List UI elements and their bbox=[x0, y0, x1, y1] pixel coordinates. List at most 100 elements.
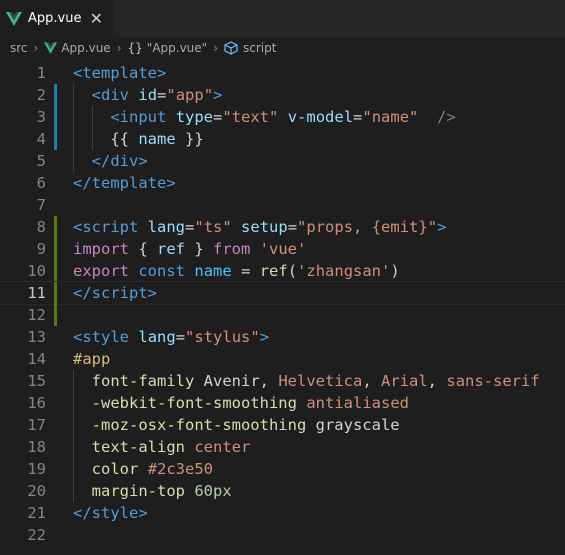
added-line-marker[interactable] bbox=[54, 216, 57, 238]
code-token: < bbox=[91, 86, 102, 104]
code-text: </script> bbox=[73, 282, 157, 304]
code-token: input bbox=[119, 108, 167, 126]
line-number: 1 bbox=[36, 64, 46, 82]
code-line[interactable]: 3 <input type="text" v-model="name" /> bbox=[0, 106, 565, 128]
code-token: = bbox=[175, 328, 186, 346]
code-text: <style lang="stylus"> bbox=[73, 326, 269, 348]
tab-app-vue[interactable]: App.vue ✕ bbox=[0, 0, 113, 37]
code-token: template bbox=[91, 174, 167, 192]
code-token: ( bbox=[287, 262, 298, 280]
breadcrumb-src[interactable]: src bbox=[10, 41, 28, 55]
code-token: /> bbox=[437, 108, 456, 126]
code-token: from bbox=[213, 240, 251, 258]
code-token: "name" bbox=[362, 108, 419, 126]
code-line[interactable]: 21 </style> bbox=[0, 502, 565, 524]
code-token: v-model bbox=[287, 108, 354, 126]
code-line[interactable]: 14 #app bbox=[0, 348, 565, 370]
modified-line-marker[interactable] bbox=[54, 84, 57, 106]
code-token: font-family bbox=[91, 372, 195, 390]
added-line-marker[interactable] bbox=[54, 260, 57, 282]
line-number: 5 bbox=[36, 152, 46, 170]
code-line[interactable]: 11 </script> bbox=[0, 281, 565, 305]
code-line[interactable]: 8 <script lang="ts" setup="props, {emit}"… bbox=[0, 216, 565, 238]
code-line[interactable]: 7 bbox=[0, 194, 565, 216]
code-token: "stylus" bbox=[185, 328, 260, 346]
code-line[interactable]: 1 <template> bbox=[0, 62, 565, 84]
code-token: div bbox=[101, 86, 130, 104]
code-token: > bbox=[166, 174, 176, 192]
line-number: 12 bbox=[27, 306, 46, 324]
code-token: lang bbox=[147, 218, 186, 236]
added-line-marker[interactable] bbox=[54, 304, 57, 326]
code-token: export bbox=[73, 262, 129, 280]
code-token: {{ bbox=[110, 130, 139, 148]
code-token: setup bbox=[241, 218, 288, 236]
code-editor[interactable]: 1 <template> 2 <div id="app"> 3 <input type… bbox=[0, 62, 565, 546]
chevron-right-icon: › bbox=[116, 41, 122, 55]
code-line[interactable]: 16 -webkit-font-smoothing antialiased bbox=[0, 392, 565, 414]
code-line[interactable]: 6 </template> bbox=[0, 172, 565, 194]
code-token: type bbox=[175, 108, 214, 126]
line-number: 18 bbox=[27, 438, 46, 456]
code-token: </ bbox=[73, 284, 92, 302]
code-line[interactable]: 20 margin-top 60px bbox=[0, 480, 565, 502]
code-line[interactable]: 13 <style lang="stylus"> bbox=[0, 326, 565, 348]
code-line[interactable]: 18 text-align center bbox=[0, 436, 565, 458]
code-token: name bbox=[138, 130, 176, 148]
code-token: sans-serif bbox=[446, 372, 540, 390]
code-token: script bbox=[82, 218, 139, 236]
code-line[interactable]: 19 color #2c3e50 bbox=[0, 458, 565, 480]
breadcrumb-symbol[interactable]: "App.vue" bbox=[147, 41, 207, 55]
code-token: = bbox=[157, 86, 167, 104]
code-token: "text" bbox=[222, 108, 279, 126]
code-token: = bbox=[231, 262, 260, 280]
chevron-right-icon: › bbox=[33, 41, 39, 55]
code-token: #app bbox=[73, 350, 111, 368]
code-line[interactable]: 22 bbox=[0, 524, 565, 546]
code-text: </div> bbox=[73, 150, 148, 172]
code-line[interactable]: 17 -moz-osx-font-smoothing grayscale bbox=[0, 414, 565, 436]
code-token: < bbox=[73, 328, 83, 346]
close-icon[interactable]: ✕ bbox=[90, 9, 103, 28]
added-line-marker[interactable] bbox=[54, 238, 57, 260]
code-token: > bbox=[138, 152, 148, 170]
code-token: </ bbox=[73, 504, 92, 522]
code-line[interactable]: 4 {{ name }} bbox=[0, 128, 565, 150]
code-token: > bbox=[213, 86, 223, 104]
code-token: </ bbox=[73, 174, 92, 192]
breadcrumb: src › App.vue › {} "App.vue" › script bbox=[0, 37, 565, 60]
modified-line-marker[interactable] bbox=[54, 106, 57, 128]
modified-line-marker[interactable] bbox=[54, 128, 57, 150]
line-number: 9 bbox=[36, 240, 46, 258]
breadcrumb-file[interactable]: App.vue bbox=[61, 41, 110, 55]
code-line[interactable]: 12 bbox=[0, 304, 565, 326]
vue-file-icon bbox=[44, 42, 58, 54]
code-text: -moz-osx-font-smoothing grayscale bbox=[73, 414, 400, 436]
line-number: 3 bbox=[36, 108, 46, 126]
code-text: #app bbox=[73, 348, 110, 370]
code-token: Arial bbox=[381, 372, 428, 390]
code-line[interactable]: 5 </div> bbox=[0, 150, 565, 172]
code-line[interactable]: 2 <div id="app"> bbox=[0, 84, 565, 106]
code-line[interactable]: 10 export const name = ref('zhangsan') bbox=[0, 260, 565, 282]
code-line[interactable]: 15 font-family Avenir, Helvetica, Arial,… bbox=[0, 370, 565, 392]
code-token: = bbox=[213, 108, 223, 126]
line-number: 11 bbox=[27, 284, 46, 302]
code-line[interactable]: 9 import { ref } from 'vue' bbox=[0, 238, 565, 260]
code-token: grayscale bbox=[306, 416, 400, 434]
added-line-marker[interactable] bbox=[54, 282, 57, 304]
breadcrumb-script[interactable]: script bbox=[243, 41, 276, 55]
code-token: Helvetica bbox=[278, 372, 363, 390]
